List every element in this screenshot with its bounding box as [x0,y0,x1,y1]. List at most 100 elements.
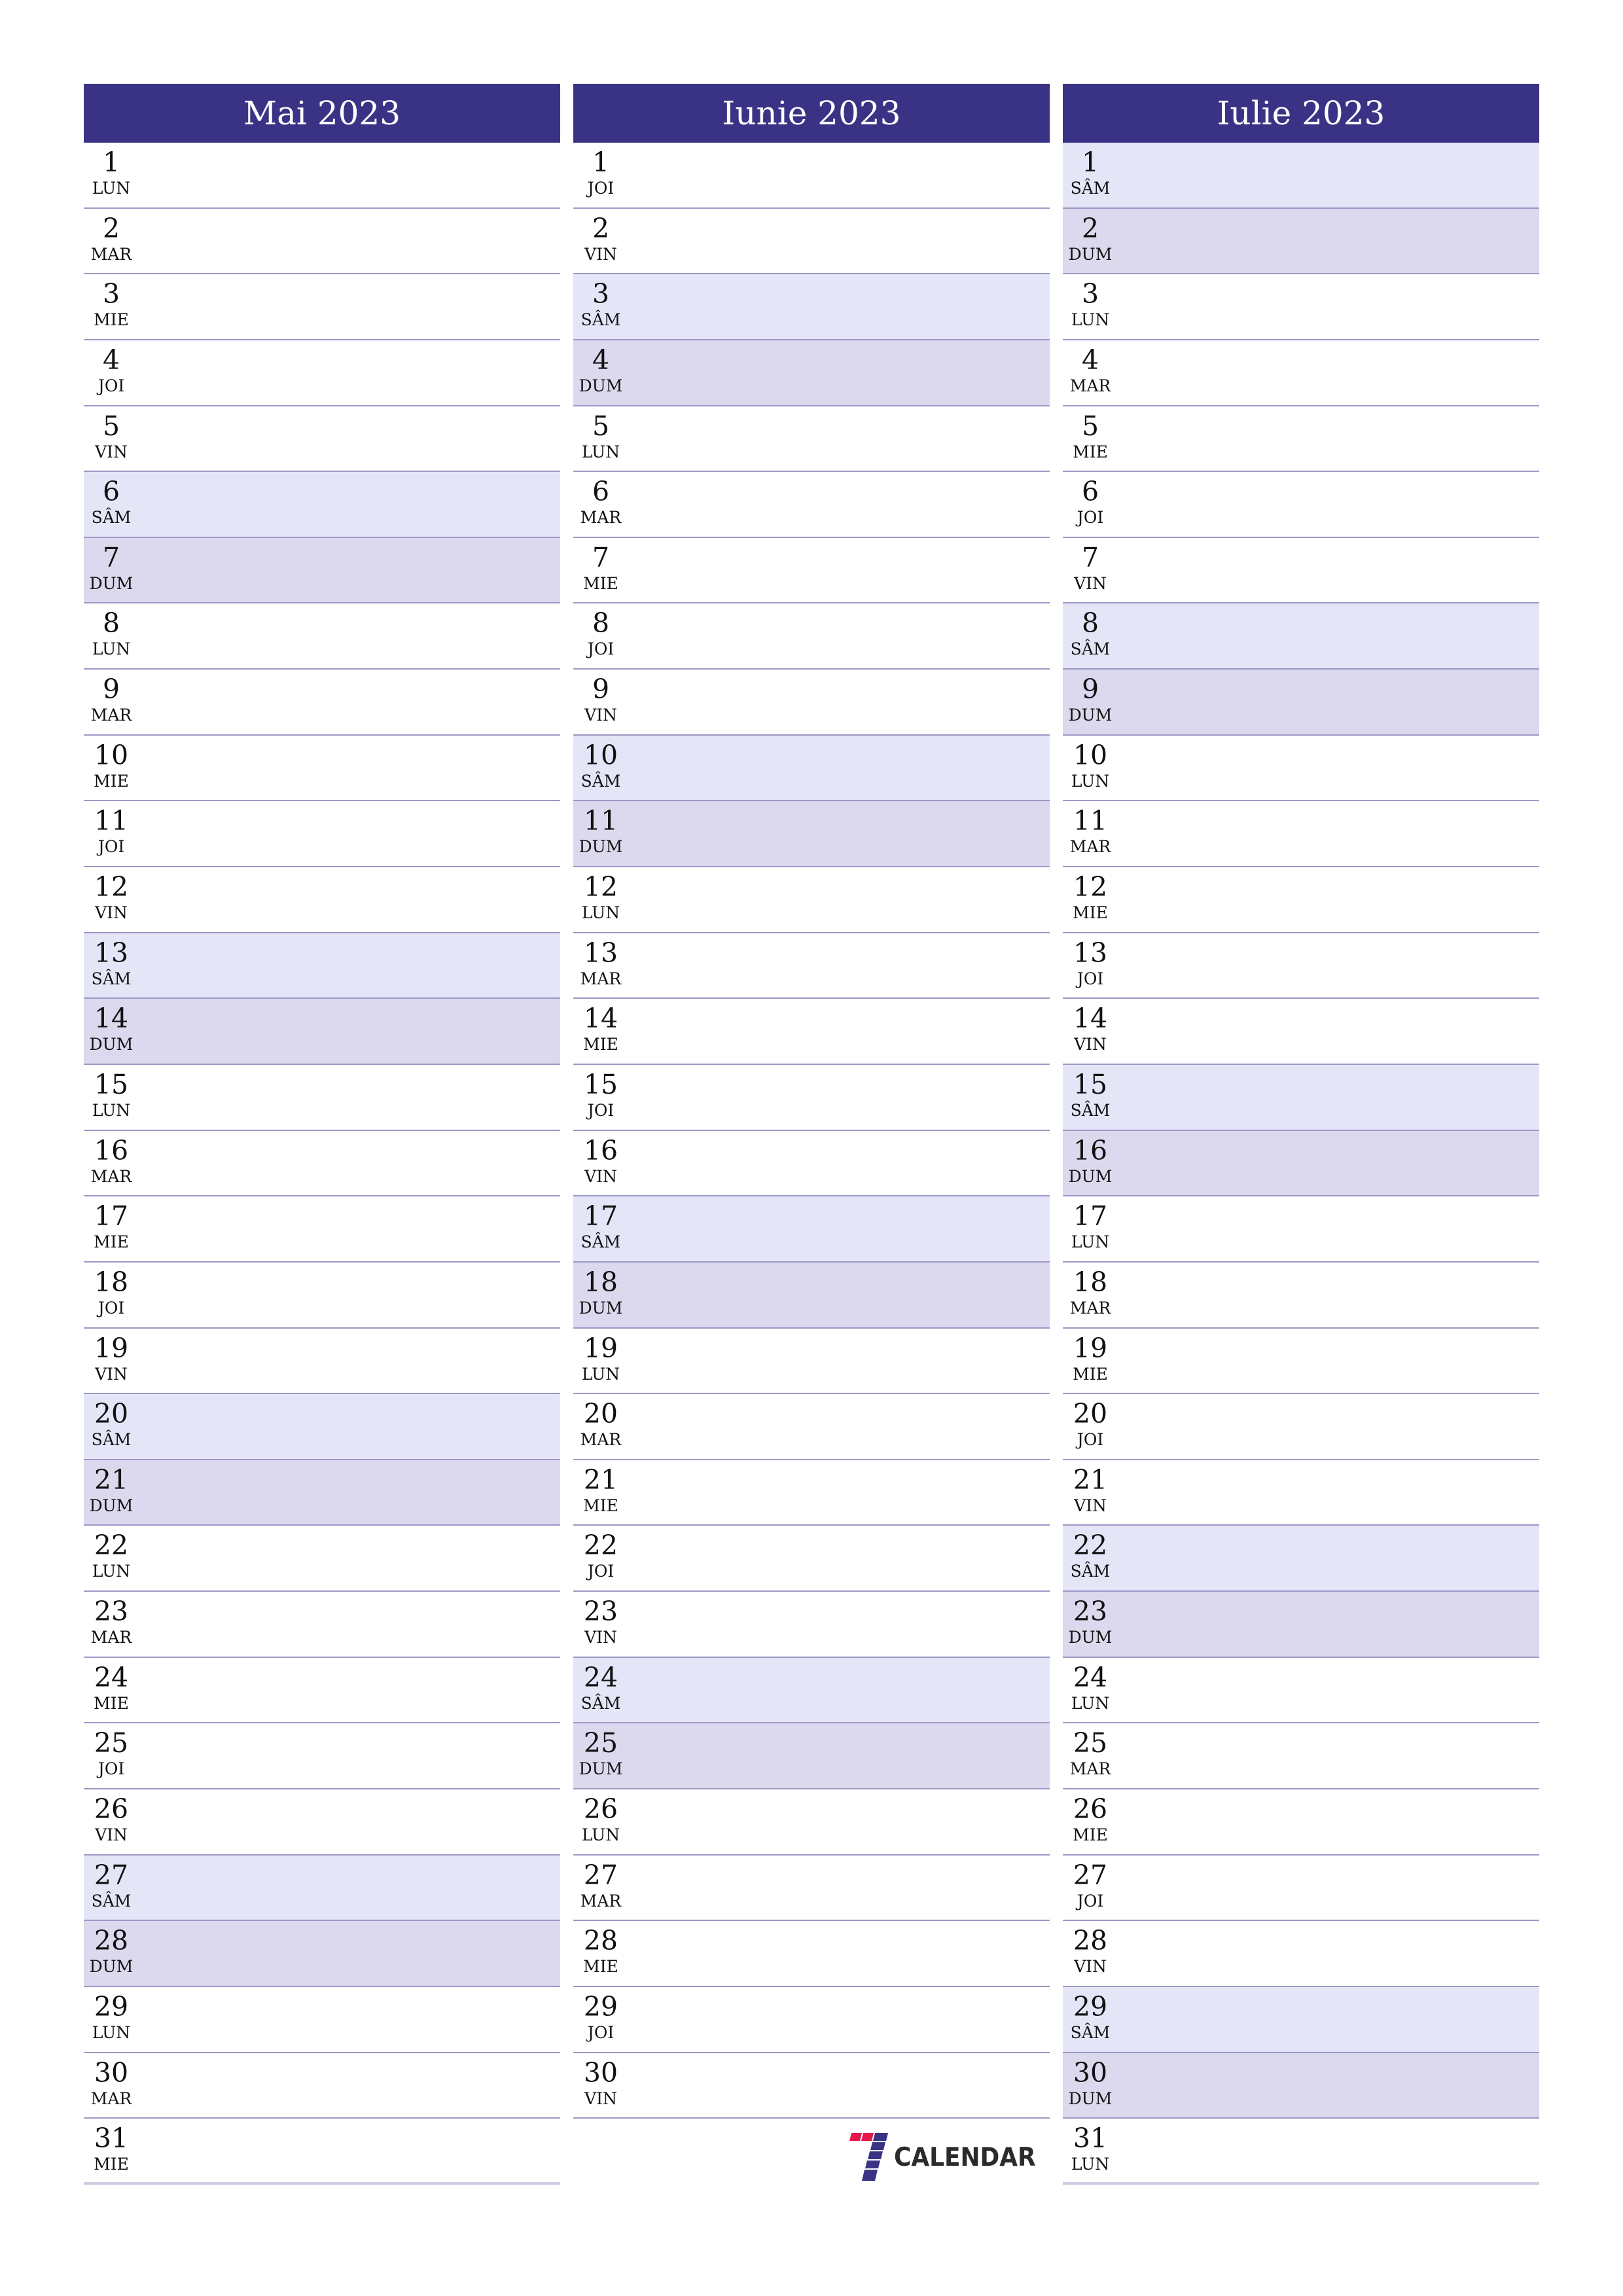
day-number: 8 [1081,607,1099,639]
day-row: 7 DUM [84,537,560,604]
month-title: Mai 2023 [243,94,401,132]
day-row: 19 MIE [1063,1328,1539,1395]
weekday-label: MIE [583,573,618,593]
day-number: 23 [94,1596,129,1628]
weekday-label: MAR [90,244,132,264]
weekday-label: SÂM [91,969,132,988]
day-row: 25 DUM [573,1723,1050,1790]
day-row: 6 JOI [1063,472,1539,538]
day-number: 10 [1073,739,1108,771]
day-number: 18 [583,1266,618,1298]
day-number: 3 [102,278,120,310]
day-number: 12 [583,871,618,903]
weekday-label: LUN [1071,1693,1110,1713]
day-row: 25 MAR [1063,1723,1539,1790]
weekday-label: MIE [1073,442,1108,461]
day-number: 25 [94,1727,129,1759]
day-number: 22 [94,1530,129,1562]
weekday-label: MAR [1069,1298,1111,1318]
day-number: 15 [1073,1068,1108,1100]
day-row: 17 SÂM [573,1196,1050,1263]
day-row: 4 JOI [84,340,560,406]
weekday-label: JOI [98,837,125,857]
day-number: 25 [583,1727,618,1759]
day-row: 27 SÂM [84,1855,560,1922]
day-number: 16 [94,1134,129,1166]
day-row: 19 LUN [573,1328,1050,1395]
day-row: 19 VIN [84,1328,560,1395]
month-title: Iunie 2023 [722,94,901,132]
weekday-label: DUM [89,1035,134,1054]
day-number: 28 [1073,1925,1108,1957]
day-number: 27 [583,1859,618,1891]
day-number: 27 [1073,1859,1108,1891]
weekday-label: MAR [90,706,132,725]
day-row: 15 SÂM [1063,1064,1539,1131]
day-number: 31 [94,2123,129,2155]
day-number: 29 [583,1990,618,2022]
day-row: 18 DUM [573,1262,1050,1329]
day-number: 19 [94,1332,129,1364]
weekday-label: MIE [94,310,129,330]
day-row: 30 VIN [573,2053,1050,2119]
day-number: 1 [1081,147,1099,178]
day-row: 30 MAR [84,2053,560,2119]
day-row: 17 MIE [84,1196,560,1263]
day-row: 1 LUN [84,143,560,209]
weekday-label: LUN [92,639,131,659]
logo-red-block [849,2133,862,2141]
day-row: 8 LUN [84,603,560,670]
brand-logo: CALENDAR [849,2133,1039,2181]
weekday-label: JOI [587,639,615,659]
day-row: 14 MIE [573,999,1050,1065]
weekday-label: MIE [94,771,129,791]
day-row: 9 VIN [573,670,1050,736]
logo-text: CALENDAR [894,2143,1036,2172]
day-number: 22 [1073,1530,1108,1562]
logo-blue-block [865,2161,880,2168]
day-number: 4 [1081,344,1099,376]
day-number: 6 [592,476,610,508]
weekday-label: MIE [583,1957,618,1977]
day-row: 29 JOI [573,1986,1050,2053]
weekday-label: VIN [1074,1496,1107,1515]
day-row: 22 JOI [573,1526,1050,1592]
day-number: 25 [1073,1727,1108,1759]
weekday-label: SÂM [1070,179,1111,198]
day-number: 1 [592,147,610,178]
day-row: 17 LUN [1063,1196,1539,1263]
weekday-label: LUN [1071,771,1110,791]
weekday-label: JOI [1077,969,1104,988]
day-number: 20 [1073,1398,1108,1430]
weekday-label: JOI [98,1298,125,1318]
day-row: 8 JOI [573,603,1050,670]
weekday-label: DUM [1068,244,1113,264]
weekday-label: JOI [98,1759,125,1779]
day-row: 3 MIE [84,274,560,340]
day-row: 4 DUM [573,340,1050,406]
day-number: 5 [592,410,610,442]
weekday-label: JOI [587,2022,615,2042]
day-row: 2 VIN [573,208,1050,275]
weekday-label: DUM [1068,706,1113,725]
weekday-label: MAR [580,1430,622,1450]
weekday-label: SÂM [91,1891,132,1910]
weekday-label: LUN [92,2022,131,2042]
weekday-label: VIN [95,903,128,923]
day-row: 14 DUM [84,999,560,1065]
day-row: 4 MAR [1063,340,1539,406]
day-number: 19 [583,1332,618,1364]
day-row: 20 JOI [1063,1394,1539,1460]
weekday-label: LUN [1071,310,1110,330]
day-number: 21 [94,1463,129,1496]
day-number: 3 [1081,278,1099,310]
weekday-label: MIE [1073,1825,1108,1845]
day-number: 29 [1073,1990,1108,2022]
day-number: 20 [94,1398,129,1430]
day-row: 23 VIN [573,1592,1050,1658]
weekday-label: JOI [1077,1891,1104,1910]
weekday-label: SÂM [580,1232,621,1252]
weekday-label: MAR [90,1166,132,1186]
day-row: 15 JOI [573,1064,1050,1131]
day-number: 13 [94,937,129,969]
